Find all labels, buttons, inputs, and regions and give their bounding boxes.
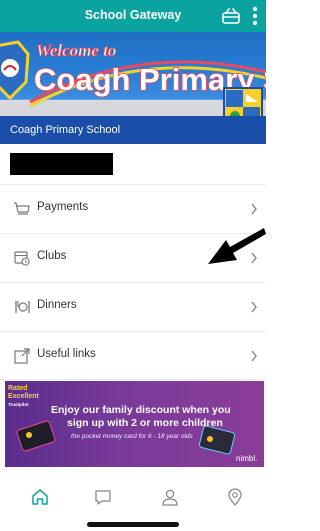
school-name: Coagh Primary School bbox=[10, 124, 121, 136]
person-icon[interactable] bbox=[160, 487, 180, 507]
external-link-icon bbox=[14, 348, 30, 364]
menu-item-useful-links[interactable]: Useful links bbox=[0, 331, 266, 380]
arrow-annotation-icon bbox=[208, 228, 266, 264]
menu-item-label: Payments bbox=[37, 201, 89, 213]
more-options-icon[interactable] bbox=[251, 5, 259, 27]
redacted-block bbox=[10, 153, 113, 175]
brand-logo: nimbl. bbox=[236, 454, 258, 463]
promo-banner[interactable]: Rated Excellent Trustpilot Enjoy our fam… bbox=[5, 381, 264, 467]
rated-excellent-badge: Rated Excellent Trustpilot bbox=[8, 385, 39, 407]
welcome-text: Welcome to bbox=[36, 41, 116, 60]
menu-item-label: Dinners bbox=[37, 299, 77, 311]
chat-icon[interactable] bbox=[93, 487, 113, 507]
screen: School Gateway Welcome to Coagh Primary … bbox=[0, 0, 266, 531]
cutlery-icon bbox=[15, 301, 30, 313]
home-indicator bbox=[87, 522, 179, 527]
promo-headline-1: Enjoy our family discount when you bbox=[51, 404, 231, 416]
chevron-right-icon bbox=[251, 203, 257, 215]
bottom-tab-bar bbox=[0, 479, 266, 519]
basket-icon[interactable] bbox=[221, 6, 241, 26]
home-icon[interactable] bbox=[30, 487, 50, 507]
chevron-right-icon bbox=[251, 350, 257, 362]
menu-list: Payments Clubs Dinners Useful links bbox=[0, 184, 266, 380]
app-bar: School Gateway bbox=[0, 0, 266, 32]
chevron-right-icon bbox=[251, 301, 257, 313]
promo-headline-2: sign up with 2 or more children bbox=[67, 417, 223, 429]
menu-item-label: Clubs bbox=[37, 250, 67, 262]
promo-subline: the pocket money card for 6 - 18 year ol… bbox=[71, 433, 193, 440]
menu-item-dinners[interactable]: Dinners bbox=[0, 282, 266, 331]
location-pin-icon[interactable] bbox=[225, 487, 245, 507]
calendar-clock-icon bbox=[14, 251, 30, 266]
menu-item-label: Useful links bbox=[37, 348, 96, 360]
school-banner: Welcome to Coagh Primary Sch Coagh Prima… bbox=[0, 32, 266, 144]
basket-icon bbox=[14, 202, 30, 215]
